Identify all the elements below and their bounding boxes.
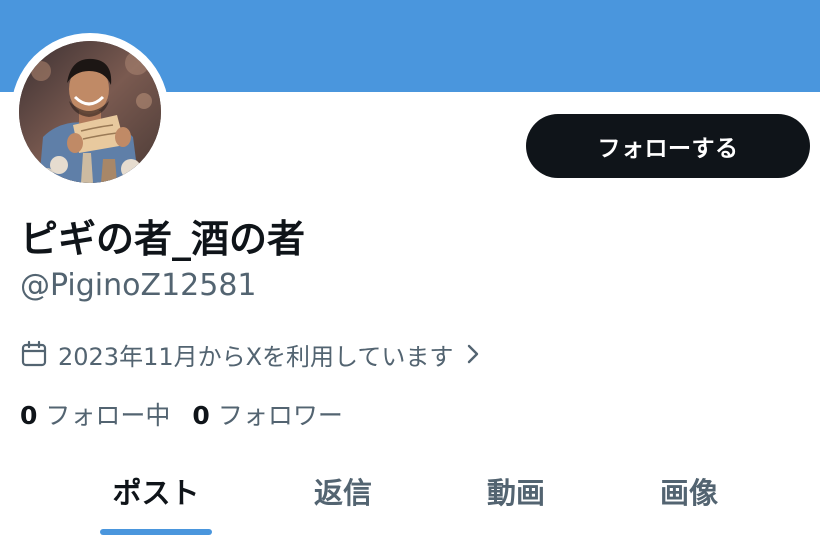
followers-stat[interactable]: 0 フォロワー	[192, 396, 342, 432]
joined-date-row[interactable]: 2023年11月からXを利用しています	[20, 336, 481, 372]
display-name: ピギの者_酒の者	[20, 217, 306, 261]
avatar-photo	[19, 41, 161, 183]
profile-page: フォローする ピギの者_酒の者 @PiginoZ12581 2023年11月から…	[0, 0, 820, 535]
following-label: フォロー中	[45, 401, 171, 430]
follow-stats: 0 フォロー中 0 フォロワー	[20, 396, 365, 432]
calendar-icon	[20, 340, 48, 368]
avatar[interactable]	[19, 41, 161, 183]
following-stat[interactable]: 0 フォロー中	[20, 396, 170, 432]
chevron-right-icon	[465, 343, 481, 365]
tab-posts[interactable]: ポスト	[112, 470, 199, 512]
following-count: 0	[20, 401, 38, 430]
tab-videos[interactable]: 動画	[487, 470, 545, 512]
tab-replies[interactable]: 返信	[314, 470, 372, 512]
handle: @PiginoZ12581	[20, 268, 257, 303]
followers-count: 0	[192, 401, 210, 430]
profile-tabs: ポスト 返信 動画 画像	[0, 462, 820, 535]
tab-images[interactable]: 画像	[660, 470, 718, 512]
joined-date-text: 2023年11月からXを利用しています	[58, 342, 454, 371]
follow-button[interactable]: フォローする	[526, 114, 810, 178]
followers-label: フォロワー	[217, 401, 343, 430]
active-tab-indicator	[100, 529, 212, 535]
